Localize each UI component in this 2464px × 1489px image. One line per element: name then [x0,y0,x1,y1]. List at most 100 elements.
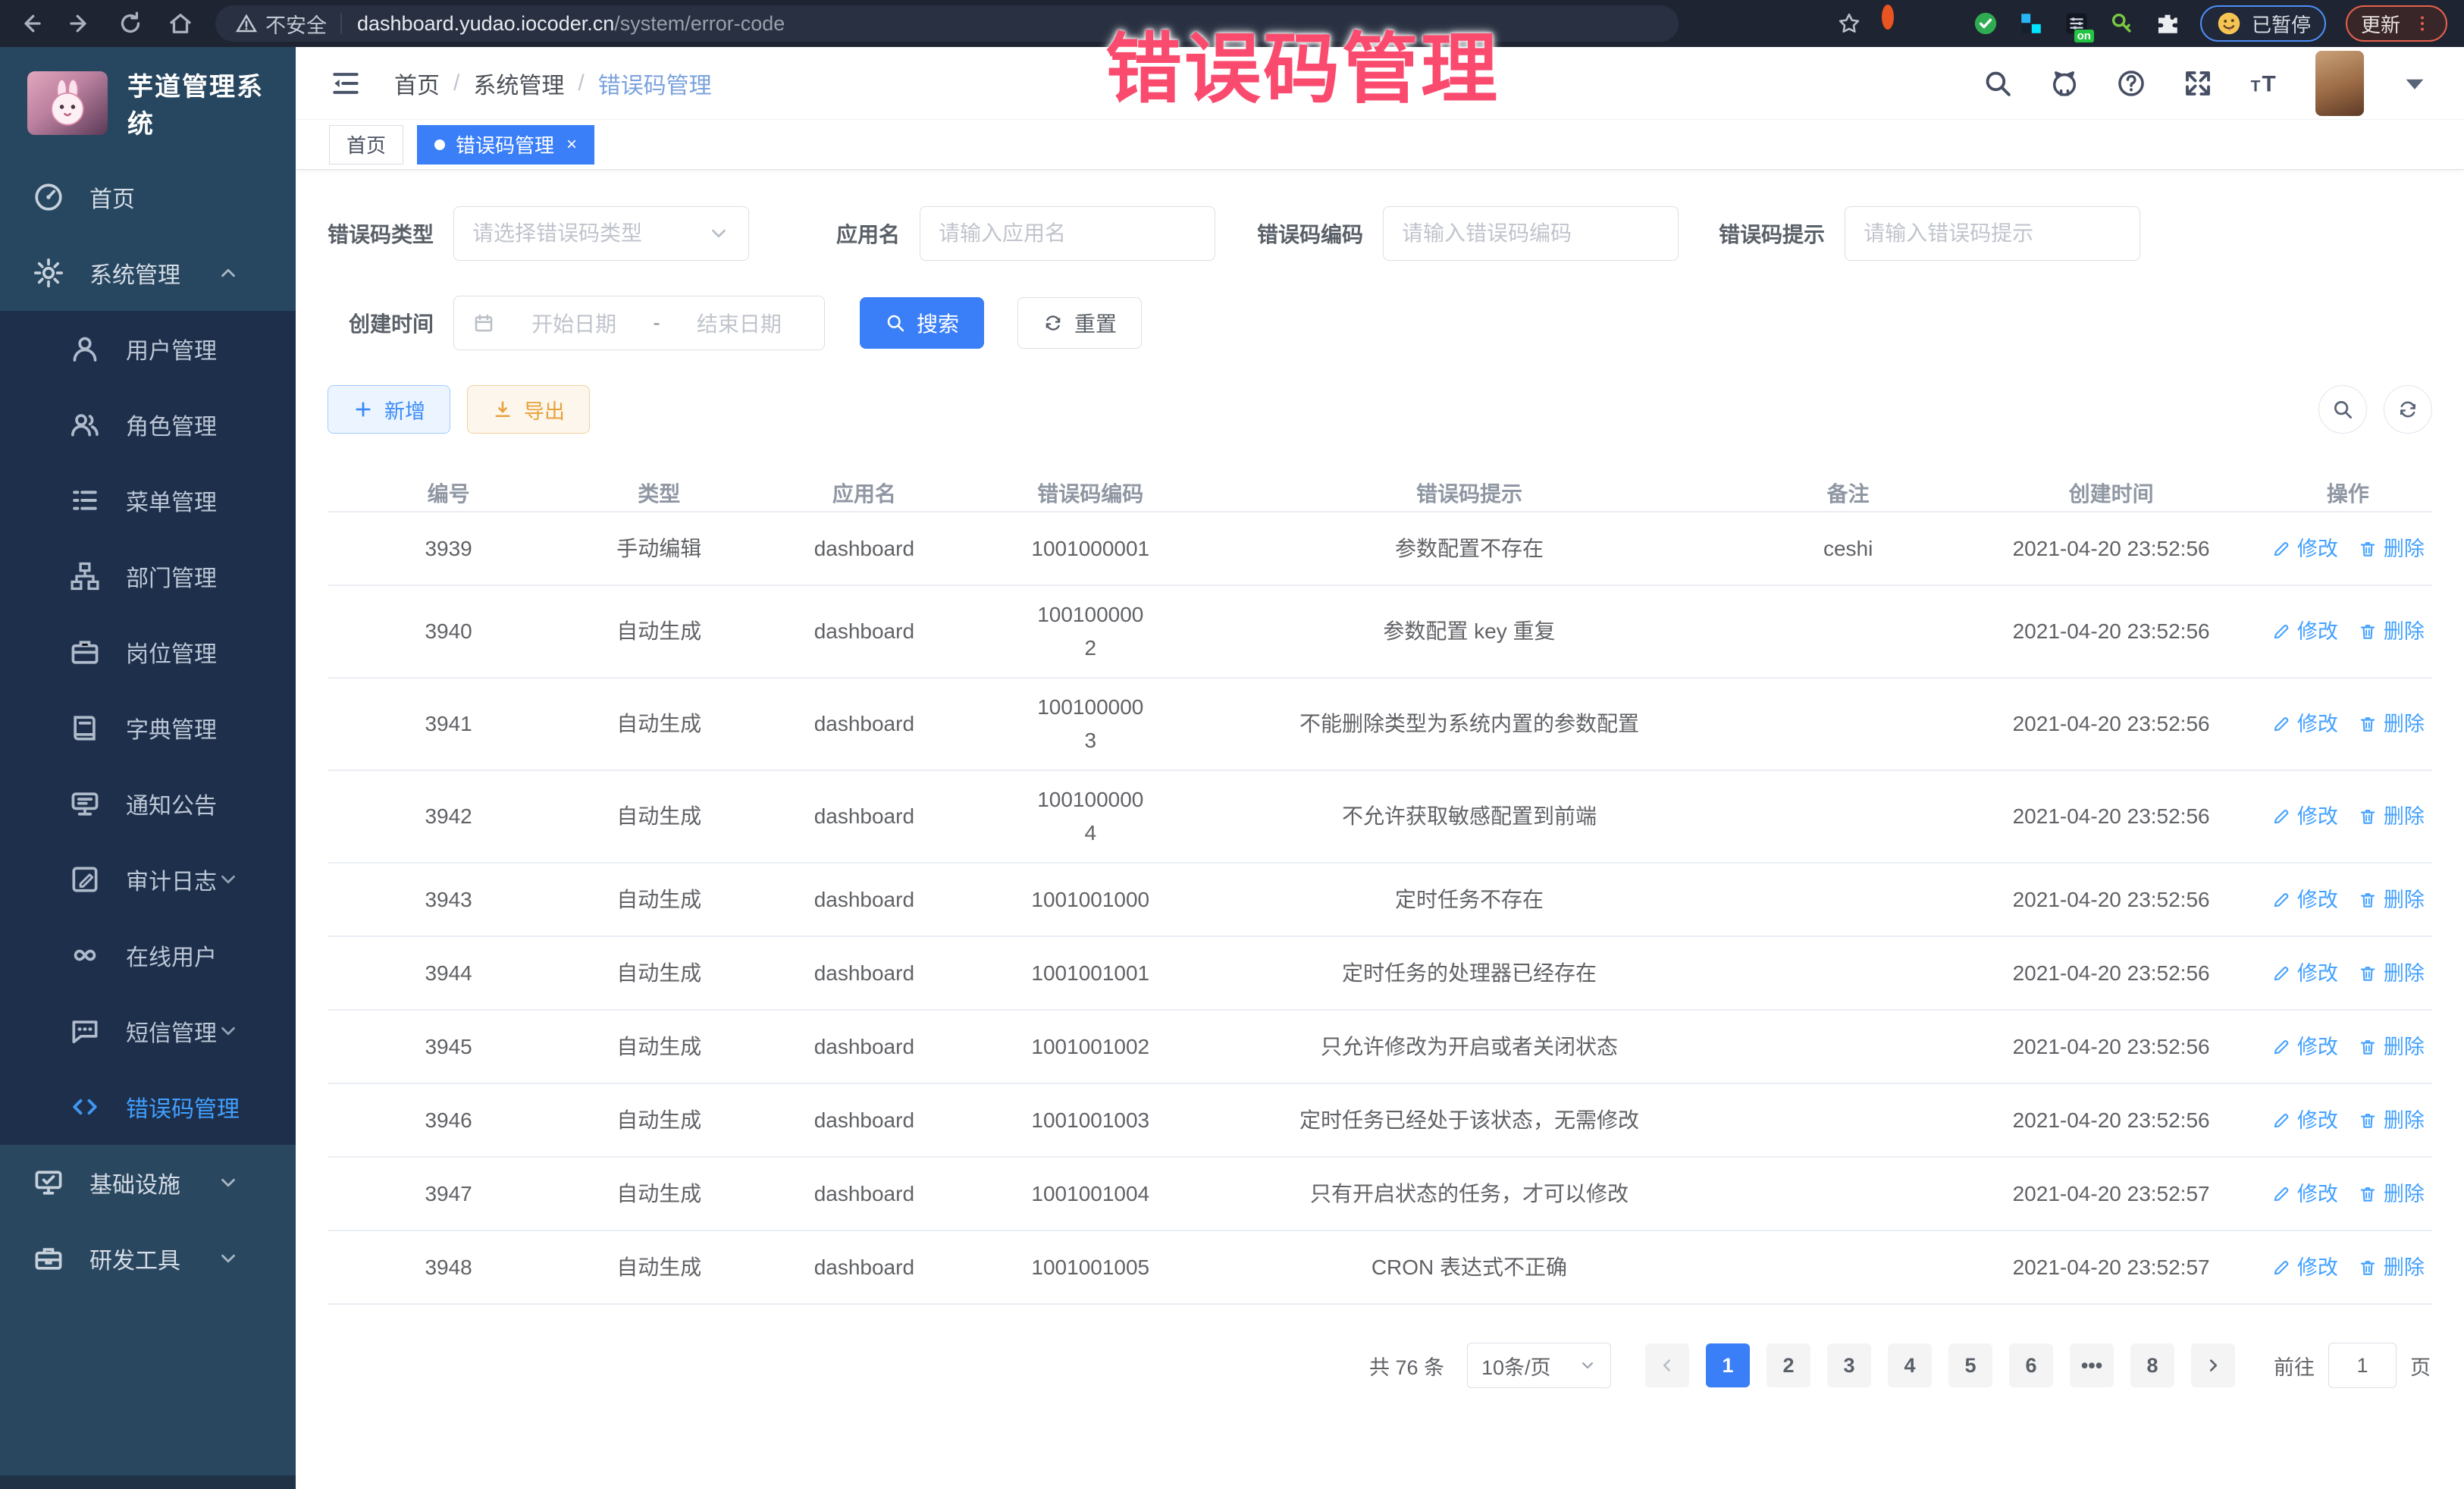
sidebar-item-0[interactable]: 首页 [0,159,296,235]
delete-link[interactable]: 删除 [2358,1177,2425,1211]
breadcrumb-system[interactable]: 系统管理 [473,67,564,100]
delete-link[interactable]: 删除 [2358,1251,2425,1284]
delete-link[interactable]: 删除 [2358,532,2425,566]
page-button-1[interactable]: 1 [1706,1343,1750,1387]
delete-link[interactable]: 删除 [2358,1104,2425,1137]
sidebar-item-13[interactable]: 基础设施 [0,1145,296,1221]
toggle-search-button[interactable] [2318,385,2367,434]
font-size-icon[interactable]: TT [2249,67,2281,99]
delete-link[interactable]: 删除 [2358,800,2425,833]
page-size-select[interactable]: 10条/页 [1467,1343,1611,1388]
sidebar-item-12[interactable]: 错误码管理 [0,1069,296,1145]
extension-orange-icon[interactable] [1882,11,1908,36]
sidebar-item-9[interactable]: 审计日志 [0,842,296,917]
extension-grid-icon[interactable] [2018,11,2044,36]
extension-key-icon[interactable] [2109,11,2135,36]
prev-page-button[interactable] [1645,1343,1689,1387]
delete-link[interactable]: 删除 [2358,883,2425,917]
sidebar-item-8[interactable]: 通知公告 [0,766,296,842]
goto-page-input[interactable] [2328,1343,2397,1388]
back-icon[interactable] [17,10,44,37]
github-icon[interactable] [2049,67,2080,99]
refresh-icon [2397,398,2419,421]
breadcrumb-home[interactable]: 首页 [394,67,440,100]
sidebar-item-7[interactable]: 字典管理 [0,690,296,766]
calendar-icon [472,312,495,334]
edit-link[interactable]: 修改 [2271,1104,2338,1137]
cell-created: 2021-04-20 23:52:56 [1958,1092,2264,1149]
tag-close-icon[interactable]: × [566,136,577,154]
edit-link[interactable]: 修改 [2271,800,2338,833]
app-name-field[interactable] [920,206,1215,261]
sidebar-item-6[interactable]: 岗位管理 [0,614,296,690]
error-type-select-input[interactable] [472,221,707,246]
error-code-field[interactable] [1383,206,1679,261]
export-button[interactable]: 导出 [467,385,590,434]
edit-link[interactable]: 修改 [2271,532,2338,566]
sidebar-item-4[interactable]: 菜单管理 [0,462,296,538]
edit-link[interactable]: 修改 [2271,615,2338,648]
page-button-4[interactable]: 4 [1888,1343,1932,1387]
sidebar-item-1[interactable]: 系统管理 [0,235,296,311]
extension-gem-icon[interactable] [1927,11,1953,36]
tag-error-code[interactable]: 错误码管理 × [417,125,594,165]
delete-link[interactable]: 删除 [2358,957,2425,990]
pagination: 共 76 条 10条/页 123456•••8 前往 页 [329,1343,2431,1388]
forward-icon[interactable] [67,10,94,37]
app-name-input[interactable] [939,221,1196,246]
edit-label: 修改 [2297,707,2338,741]
update-button[interactable]: 更新 [2346,5,2447,42]
sidebar-item-2[interactable]: 用户管理 [0,311,296,387]
add-button[interactable]: 新增 [328,385,450,434]
error-type-select[interactable] [453,206,749,261]
extension-sliders-icon[interactable]: on [2064,11,2089,36]
delete-link[interactable]: 删除 [2358,707,2425,741]
header-search-icon[interactable] [1982,67,2014,99]
extension-green-icon[interactable] [1973,11,1998,36]
cell-message: CRON 表达式不正确 [1201,1239,1738,1296]
error-code-input[interactable] [1402,221,1660,246]
edit-link[interactable]: 修改 [2271,883,2338,917]
page-button-6[interactable]: 6 [2009,1343,2053,1387]
home-icon[interactable] [167,10,194,37]
edit-link[interactable]: 修改 [2271,1030,2338,1064]
user-avatar[interactable] [2315,51,2364,116]
page-button-5[interactable]: 5 [1948,1343,1992,1387]
browser-menu-icon[interactable] [2412,14,2432,33]
extensions-puzzle-icon[interactable] [2155,11,2180,36]
sidebar-toggle-icon[interactable] [329,67,362,100]
delete-link[interactable]: 删除 [2358,1030,2425,1064]
sidebar-item-5[interactable]: 部门管理 [0,538,296,614]
sidebar-item-3[interactable]: 角色管理 [0,387,296,462]
sidebar-item-11[interactable]: 短信管理 [0,993,296,1069]
user-menu-caret-icon[interactable] [2399,67,2431,99]
search-button[interactable]: 搜索 [860,297,984,349]
date-range-picker[interactable]: 开始日期 - 结束日期 [453,296,825,350]
page-button-•••[interactable]: ••• [2070,1343,2114,1387]
table-row: 3941自动生成dashboard100100000 3不能删除类型为系统内置的… [328,679,2432,771]
error-message-input[interactable] [1864,221,2121,246]
sidebar-item-10[interactable]: 在线用户 [0,917,296,993]
profile-paused-badge[interactable]: 已暂停 [2200,5,2326,42]
error-message-field[interactable] [1845,206,2140,261]
reset-button[interactable]: 重置 [1017,297,1142,349]
edit-link[interactable]: 修改 [2271,957,2338,990]
bookmark-star-icon[interactable] [1836,11,1862,36]
page-button-3[interactable]: 3 [1827,1343,1871,1387]
delete-icon [2358,890,2378,910]
fullscreen-icon[interactable] [2182,67,2214,99]
refresh-table-button[interactable] [2384,385,2432,434]
delete-link[interactable]: 删除 [2358,615,2425,648]
help-icon[interactable] [2115,67,2147,99]
app-logo-row[interactable]: 芋道管理系统 [0,47,296,159]
tag-home[interactable]: 首页 [329,125,403,165]
reload-icon[interactable] [117,10,144,37]
page-button-8[interactable]: 8 [2130,1343,2174,1387]
page-button-2[interactable]: 2 [1766,1343,1810,1387]
edit-link[interactable]: 修改 [2271,1251,2338,1284]
next-page-button[interactable] [2191,1343,2235,1387]
edit-link[interactable]: 修改 [2271,1177,2338,1211]
sidebar-item-14[interactable]: 研发工具 [0,1221,296,1296]
filter-form-row-1: 错误码类型 应用名 错误码编码 错误码提示 [328,206,2432,261]
edit-link[interactable]: 修改 [2271,707,2338,741]
